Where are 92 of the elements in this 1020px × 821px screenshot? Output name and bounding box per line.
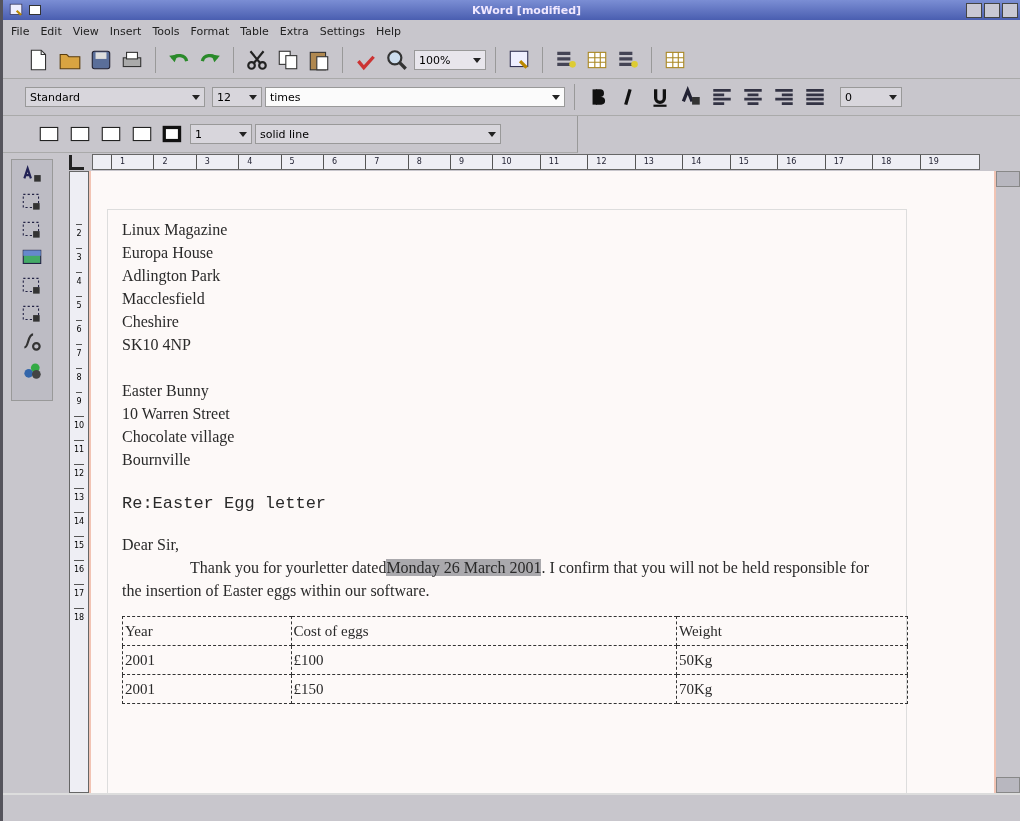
border-style-dropdown[interactable]: solid line <box>255 124 501 144</box>
ruler-number: 14 <box>682 155 702 169</box>
ruler-number: 8 <box>76 368 82 387</box>
menu-item[interactable]: File <box>11 24 30 38</box>
ruler-number: 7 <box>76 344 82 363</box>
address-line: 10 Warren Street <box>122 404 231 424</box>
frame-icon[interactable] <box>507 48 531 72</box>
menu-item[interactable]: Table <box>240 24 269 38</box>
ruler-number: 5 <box>76 296 82 315</box>
table-cell: 2001 <box>122 674 292 704</box>
address-line: Linux Magazine <box>122 220 229 241</box>
caret-icon <box>239 131 247 137</box>
table-cell: £100 <box>291 645 677 675</box>
menu-item[interactable]: Format <box>190 24 230 38</box>
ruler-number: 11 <box>73 440 85 459</box>
ruler-number: 10 <box>492 155 512 169</box>
caret-icon <box>473 57 481 63</box>
app-icon[interactable] <box>7 2 25 18</box>
ruler-number: 6 <box>322 155 337 169</box>
spacing-dropdown[interactable]: 0 <box>840 87 902 107</box>
ruler-number: 16 <box>777 155 797 169</box>
menu-item[interactable]: Insert <box>109 24 142 38</box>
minimize-button[interactable] <box>966 2 982 18</box>
address-line: Chocolate village <box>122 427 236 448</box>
table-header-cell: Cost of eggs <box>291 616 677 646</box>
address-line: Bournville <box>122 450 192 470</box>
menu-item[interactable]: Tools <box>152 24 180 38</box>
ruler-number: 19 <box>919 155 939 169</box>
menu-item[interactable]: Settings <box>319 24 365 38</box>
menu-item[interactable]: Extra <box>279 24 309 38</box>
ruler-number: 5 <box>280 155 295 169</box>
ruler-number: 2 <box>153 155 168 169</box>
ruler-number: 16 <box>73 560 85 579</box>
ruler-number: 7 <box>365 155 380 169</box>
font-dropdown[interactable]: times <box>265 87 565 107</box>
ruler-number: 13 <box>73 488 85 507</box>
address-line: Cheshire <box>122 312 180 332</box>
menu-item[interactable]: Help <box>375 24 401 38</box>
ruler-number: 17 <box>73 584 85 603</box>
ruler-number: 9 <box>76 392 82 411</box>
ruler-number: 18 <box>872 155 892 169</box>
caret-icon <box>889 94 897 100</box>
caret-icon <box>552 94 560 100</box>
ruler-number: 13 <box>634 155 654 169</box>
ruler-number: 1 <box>111 155 126 169</box>
address-line: Adlington Park <box>122 266 222 287</box>
body-paragraph: Thank you for yourletter datedMonday 26 March 2001. I confirm that you will not be held responsible for the insertion of Easter eggs within our software. <box>122 558 870 602</box>
table-header-cell: Year <box>122 616 292 646</box>
address-line: Europa House <box>122 243 215 264</box>
table-cell: £150 <box>291 674 677 704</box>
ruler-number: 2 <box>76 224 82 243</box>
ruler-number: 3 <box>76 248 82 267</box>
search-icon[interactable] <box>385 48 409 72</box>
address-line: Macclesfield <box>122 289 206 309</box>
save-icon[interactable] <box>89 48 113 72</box>
table-cell: 70Kg <box>676 674 908 704</box>
ruler-number: 17 <box>824 155 844 169</box>
close-button[interactable] <box>1002 2 1018 18</box>
caret-icon <box>488 131 496 137</box>
ruler-number: 6 <box>76 320 82 339</box>
caret-icon <box>192 94 200 100</box>
caret-icon <box>249 94 257 100</box>
table-cell: 2001 <box>122 645 292 675</box>
ruler-number: 4 <box>238 155 253 169</box>
ruler-number: 8 <box>407 155 422 169</box>
greeting: Dear Sir, <box>122 535 181 555</box>
ruler-number: 18 <box>73 608 85 627</box>
address-line: SK10 4NP <box>122 335 192 355</box>
ruler-number: 15 <box>729 155 749 169</box>
cut-icon[interactable] <box>245 48 269 72</box>
menu-item[interactable]: Edit <box>40 24 62 38</box>
zoom-dropdown[interactable]: 100% <box>414 50 486 70</box>
ruler-number: 9 <box>450 155 465 169</box>
ruler-number: 4 <box>76 272 82 291</box>
address-line: Easter Bunny <box>122 381 210 402</box>
ruler-number: 11 <box>539 155 560 169</box>
border-width-dropdown[interactable]: 1 <box>190 124 252 144</box>
subject-line: Re:Easter Egg letter <box>122 494 328 513</box>
ruler-number: 12 <box>73 464 85 483</box>
ruler-number: 10 <box>73 416 85 435</box>
table-header-cell: Weight <box>676 616 908 646</box>
maximize-button[interactable] <box>984 2 1000 18</box>
ruler-number: 14 <box>73 512 85 531</box>
table-cell: 50Kg <box>676 645 908 675</box>
copy-icon[interactable] <box>276 48 300 72</box>
ruler-number: 12 <box>587 155 607 169</box>
font-size-dropdown[interactable]: 12 <box>212 87 262 107</box>
style-dropdown[interactable]: Standard <box>25 87 205 107</box>
window-title: KWord [modified] <box>470 3 583 17</box>
menu-item[interactable]: View <box>72 24 99 38</box>
ruler-number: 3 <box>195 155 210 169</box>
ruler-number: 15 <box>73 536 85 555</box>
